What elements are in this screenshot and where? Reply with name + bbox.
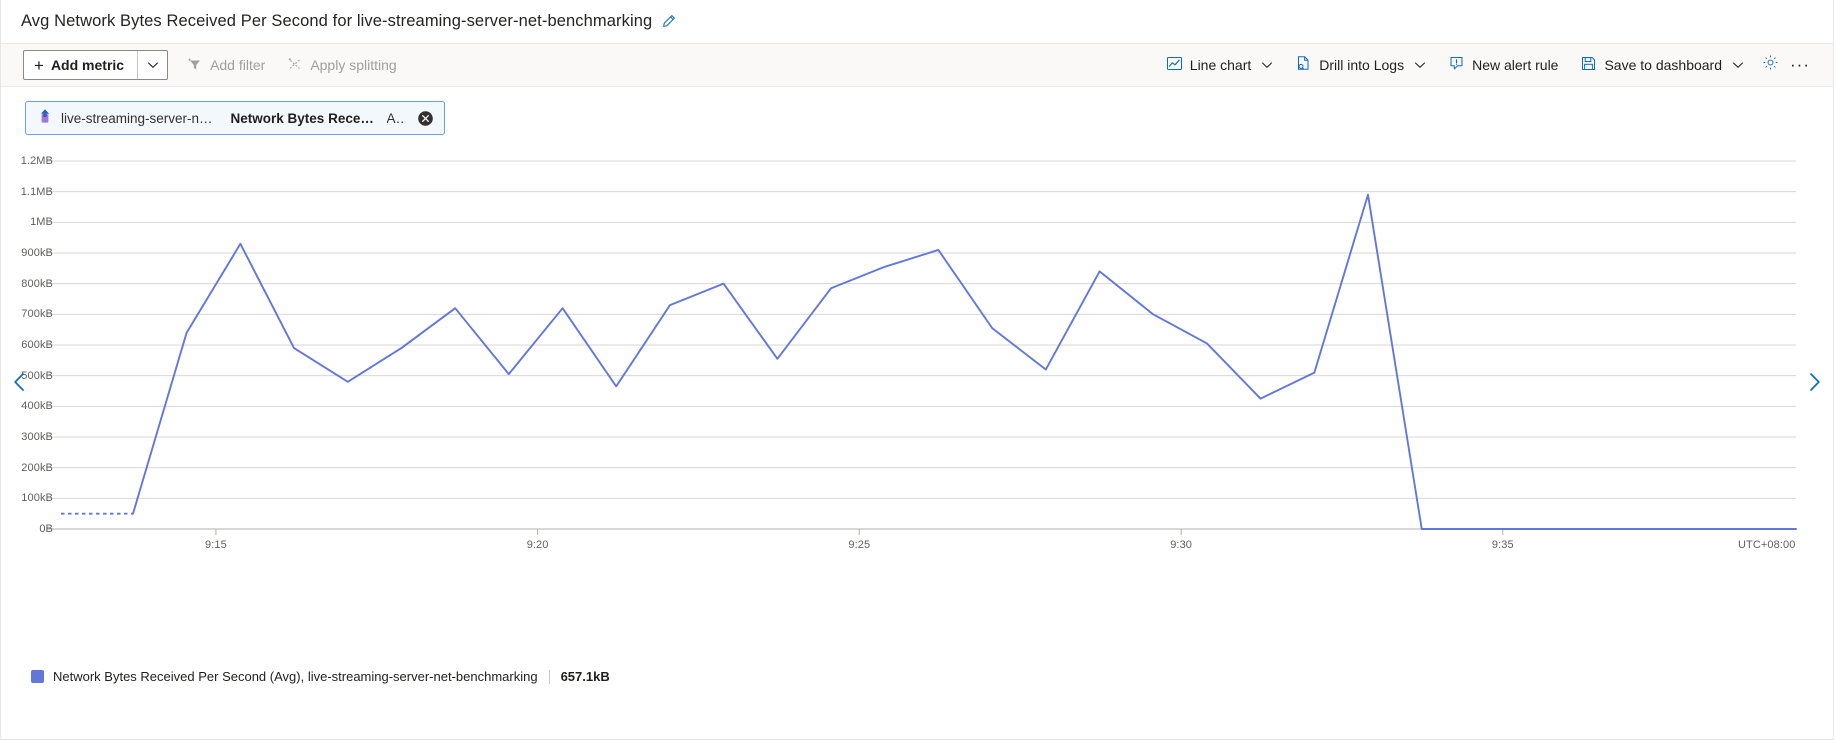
add-metric-dropdown-button[interactable] bbox=[137, 51, 167, 79]
plus-icon: + bbox=[34, 55, 44, 75]
command-bar-right: Line chart Drill into Logs New alert rul… bbox=[1155, 50, 1815, 80]
chevron-down-icon bbox=[1414, 59, 1426, 71]
splitting-icon bbox=[287, 56, 303, 75]
add-metric-button[interactable]: + Add metric bbox=[24, 51, 137, 79]
next-time-range-button[interactable] bbox=[1801, 369, 1827, 399]
add-metric-split-button[interactable]: + Add metric bbox=[23, 50, 169, 80]
timezone-label: UTC+08:00 bbox=[1738, 539, 1796, 551]
more-options-button[interactable]: ··· bbox=[1785, 50, 1815, 80]
close-circle-icon[interactable] bbox=[417, 110, 434, 127]
azure-resource-icon bbox=[37, 108, 53, 129]
metric-chip-row: live-streaming-server-net-... Network By… bbox=[1, 87, 1833, 141]
command-bar: + Add metric Add filter Apply splitting … bbox=[1, 44, 1833, 87]
filter-icon bbox=[187, 56, 203, 75]
legend-color-swatch bbox=[31, 670, 44, 683]
save-disk-icon bbox=[1580, 55, 1597, 75]
y-axis-tick-label: 700kB bbox=[21, 308, 53, 321]
y-axis-tick-label: 1MB bbox=[30, 216, 53, 229]
new-alert-rule-label: New alert rule bbox=[1472, 57, 1559, 73]
line-chart-plot[interactable]: 1.2MB 1.1MB 1MB 900kB 800kB 700kB 600kB 500kB 40… bbox=[1, 147, 1833, 647]
alert-bell-icon bbox=[1448, 55, 1465, 75]
chevron-right-icon bbox=[1806, 372, 1822, 397]
command-bar-left: + Add metric Add filter Apply splitting bbox=[23, 50, 408, 80]
x-axis-tick-label: 9:20 bbox=[526, 539, 549, 551]
new-alert-rule-button[interactable]: New alert rule bbox=[1437, 50, 1569, 80]
x-axis-tick-label: 9:35 bbox=[1491, 539, 1514, 551]
y-axis-tick-label: 1.1MB bbox=[20, 185, 53, 198]
legend-series-value: 657.1kB bbox=[560, 669, 610, 684]
pencil-icon[interactable] bbox=[661, 14, 676, 29]
y-axis-tick-label: 800kB bbox=[21, 277, 53, 290]
chevron-down-icon bbox=[1261, 59, 1273, 71]
metrics-explorer-panel: Avg Network Bytes Received Per Second fo… bbox=[0, 0, 1834, 740]
drill-into-logs-button[interactable]: Drill into Logs bbox=[1284, 50, 1437, 80]
y-axis-tick-label: 600kB bbox=[21, 339, 53, 351]
chevron-left-icon bbox=[12, 372, 28, 397]
y-axis-tick-label: 300kB bbox=[21, 431, 53, 443]
page-title: Avg Network Bytes Received Per Second fo… bbox=[21, 12, 653, 30]
y-axis-tick-label: 100kB bbox=[21, 492, 53, 505]
x-axis-tick-label: 9:15 bbox=[205, 539, 227, 551]
chart-title-bar: Avg Network Bytes Received Per Second fo… bbox=[1, 0, 1833, 44]
metric-chip-metric: Network Bytes Receive... bbox=[230, 110, 377, 126]
y-axis-tick-label: 0B bbox=[39, 523, 53, 535]
settings-button[interactable] bbox=[1755, 50, 1785, 80]
legend-divider bbox=[548, 669, 550, 684]
ellipsis-icon: ··· bbox=[1790, 55, 1810, 74]
add-metric-label: Add metric bbox=[50, 57, 125, 73]
x-axis-tick-label: 9:30 bbox=[1170, 539, 1193, 551]
previous-time-range-button[interactable] bbox=[7, 369, 33, 399]
chevron-down-icon bbox=[147, 62, 158, 69]
x-axis-tick-label: 9:25 bbox=[848, 539, 871, 551]
chart-legend[interactable]: Network Bytes Received Per Second (Avg),… bbox=[31, 669, 610, 684]
add-filter-label: Add filter bbox=[210, 57, 266, 73]
drill-into-logs-label: Drill into Logs bbox=[1319, 57, 1405, 73]
legend-series-label: Network Bytes Received Per Second (Avg),… bbox=[53, 669, 538, 684]
metric-chip-resource: live-streaming-server-net-... bbox=[61, 110, 220, 126]
apply-splitting-label: Apply splitting bbox=[310, 57, 397, 73]
chart-type-label: Line chart bbox=[1189, 57, 1252, 73]
chart-area: 1.2MB 1.1MB 1MB 900kB 800kB 700kB 600kB 500kB 40… bbox=[1, 147, 1833, 647]
chart-svg bbox=[47, 160, 1797, 535]
chevron-down-icon bbox=[1732, 59, 1744, 71]
metric-chip[interactable]: live-streaming-server-net-... Network By… bbox=[25, 101, 445, 135]
y-axis-tick-label: 200kB bbox=[21, 461, 53, 474]
metric-chip-aggregation: A... bbox=[386, 110, 406, 126]
save-to-dashboard-button[interactable]: Save to dashboard bbox=[1569, 50, 1755, 80]
save-to-dashboard-label: Save to dashboard bbox=[1604, 57, 1722, 73]
y-axis-tick-label: 900kB bbox=[21, 247, 53, 259]
add-filter-button[interactable]: Add filter bbox=[176, 50, 276, 80]
series-line bbox=[132, 193, 1797, 530]
apply-splitting-button[interactable]: Apply splitting bbox=[276, 50, 407, 80]
chart-type-button[interactable]: Line chart bbox=[1155, 50, 1284, 80]
line-chart-icon bbox=[1166, 55, 1183, 75]
y-axis-tick-label: 1.2MB bbox=[20, 155, 53, 167]
logs-icon bbox=[1295, 55, 1312, 75]
gear-icon bbox=[1762, 54, 1779, 76]
y-axis-tick-label: 400kB bbox=[21, 400, 53, 413]
